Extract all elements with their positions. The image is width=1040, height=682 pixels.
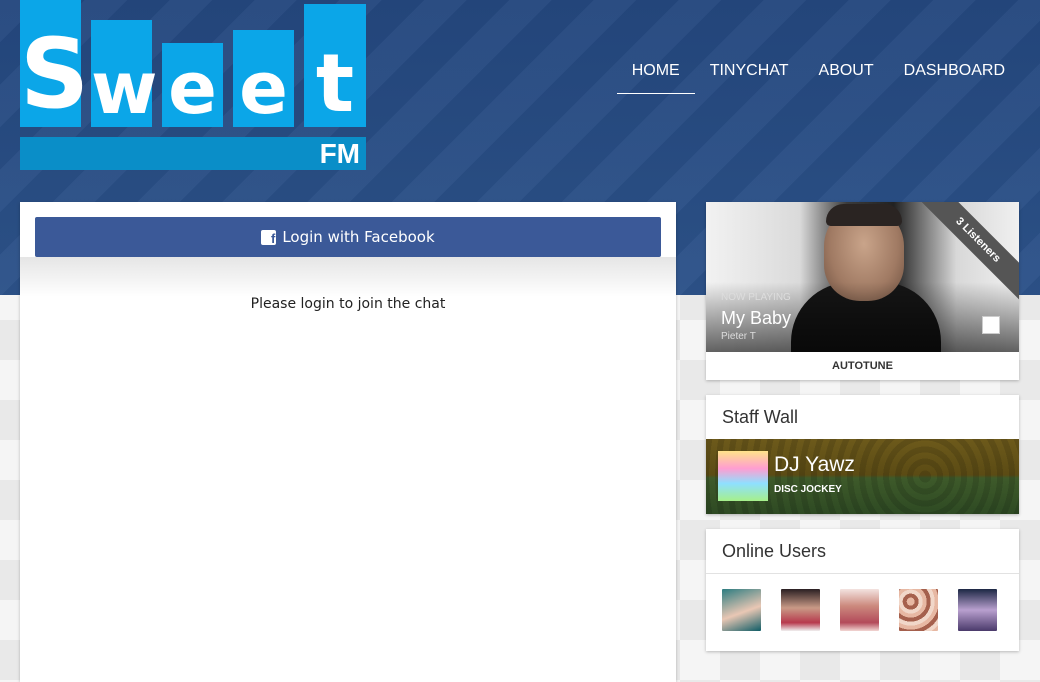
logo-letter: e bbox=[239, 46, 288, 130]
online-users-list bbox=[722, 589, 1017, 631]
photo-shape bbox=[826, 204, 902, 226]
song-artist: Pieter T bbox=[721, 331, 756, 342]
staff-wall-card: Staff Wall DJ Yawz DISC JOCKEY bbox=[706, 395, 1019, 514]
login-facebook-button[interactable]: f Login with Facebook bbox=[35, 217, 661, 257]
main-nav: HOME TINYCHAT ABOUT DASHBOARD bbox=[616, 52, 1020, 94]
nav-tinychat[interactable]: TINYCHAT bbox=[695, 52, 804, 94]
staff-name: DJ Yawz bbox=[774, 453, 855, 476]
sweet-fm-logo[interactable]: S w e e t FM bbox=[20, 0, 366, 170]
show-name: AUTOTUNE bbox=[832, 360, 893, 372]
staff-banner[interactable]: DJ Yawz DISC JOCKEY bbox=[706, 439, 1019, 514]
nav-home[interactable]: HOME bbox=[616, 52, 695, 94]
logo-fm-text: FM bbox=[319, 138, 360, 169]
now-playing-card: 3 Listeners NOW PLAYING My Baby Pieter T… bbox=[706, 202, 1019, 380]
login-facebook-label: Login with Facebook bbox=[282, 228, 435, 246]
avatar bbox=[718, 451, 768, 501]
logo-letter: S bbox=[20, 18, 90, 130]
nav-dashboard[interactable]: DASHBOARD bbox=[889, 52, 1020, 94]
chat-shadow bbox=[20, 257, 676, 297]
staff-wall-title: Staff Wall bbox=[706, 395, 1019, 440]
staff-role: DISC JOCKEY bbox=[774, 484, 842, 495]
user-avatar[interactable] bbox=[899, 589, 938, 631]
user-avatar[interactable] bbox=[958, 589, 997, 631]
logo-letter: w bbox=[91, 46, 158, 130]
facebook-icon: f bbox=[261, 229, 277, 245]
logo-strip bbox=[20, 137, 366, 170]
online-users-title: Online Users bbox=[706, 529, 1019, 574]
song-title: My Baby bbox=[721, 308, 792, 328]
user-avatar[interactable] bbox=[840, 589, 879, 631]
player-checkbox[interactable] bbox=[982, 316, 1000, 334]
user-avatar[interactable] bbox=[781, 589, 820, 631]
online-users-card: Online Users bbox=[706, 529, 1019, 651]
now-playing-label: NOW PLAYING bbox=[721, 292, 791, 303]
chat-panel: f Login with Facebook Please login to jo… bbox=[20, 202, 676, 682]
logo-letter: t bbox=[315, 37, 355, 130]
login-prompt: Please login to join the chat bbox=[250, 296, 446, 312]
nav-about[interactable]: ABOUT bbox=[804, 52, 889, 94]
user-avatar[interactable] bbox=[722, 589, 761, 631]
logo-letter: e bbox=[168, 46, 217, 130]
